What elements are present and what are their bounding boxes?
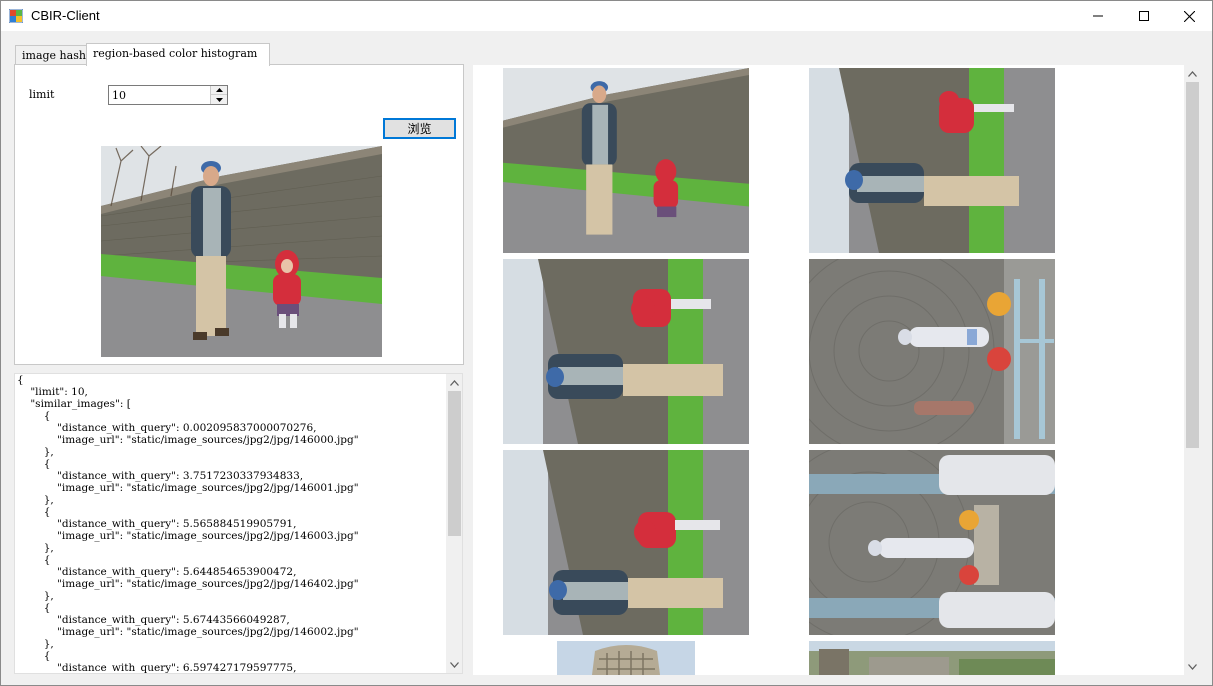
spinner-buttons [210,86,227,104]
query-image [101,146,382,357]
limit-input[interactable] [110,87,214,103]
chevron-down-icon [215,97,223,102]
result-thumbnail[interactable] [809,641,1055,675]
scroll-down-button[interactable] [446,656,462,673]
results-scrollbar[interactable] [1184,65,1201,675]
tab-region-histogram[interactable]: region-based color histogram [86,43,270,66]
limit-spinner[interactable] [108,85,228,105]
scroll-down-button[interactable] [1184,658,1201,675]
chevron-down-icon [1188,663,1197,670]
result-image [503,259,749,444]
json-scrollbar[interactable] [446,374,462,673]
result-thumbnail[interactable] [503,259,749,444]
maximize-icon [1139,11,1149,21]
response-json-text: { "limit": 10, "similar_images": [ { "di… [17,374,359,674]
limit-label: limit [29,88,55,101]
title-bar[interactable]: CBIR-Client [1,1,1212,31]
windows-form-icon [9,9,23,23]
scroll-up-button[interactable] [1184,65,1201,82]
result-thumbnail[interactable] [809,68,1055,253]
maximize-button[interactable] [1121,1,1167,31]
result-thumbnail[interactable] [503,450,749,635]
spin-down-button[interactable] [211,95,227,104]
tab-panel: limit 浏览 [14,64,464,365]
scroll-thumb[interactable] [448,391,461,536]
scroll-up-button[interactable] [446,374,462,391]
results-panel[interactable] [473,65,1201,675]
close-button[interactable] [1166,1,1212,31]
result-thumbnail[interactable] [503,68,749,253]
window-title: CBIR-Client [31,8,100,23]
result-thumbnail[interactable] [809,450,1055,635]
spin-up-button[interactable] [211,86,227,95]
result-image [503,450,749,635]
result-image [809,259,1055,444]
chevron-up-icon [1188,70,1197,77]
tab-image-hash[interactable]: image hash [15,45,87,65]
result-image [557,641,695,675]
browse-button[interactable]: 浏览 [383,118,456,139]
chevron-up-icon [215,88,223,92]
minimize-icon [1093,15,1103,17]
result-image [503,68,749,253]
close-icon [1183,10,1195,22]
app-window: CBIR-Client image hash region-based colo… [0,0,1213,686]
chevron-down-icon [450,661,459,668]
minimize-button[interactable] [1075,1,1121,31]
response-json-textbox[interactable]: { "limit": 10, "similar_images": [ { "di… [14,373,463,674]
chevron-up-icon [450,379,459,386]
result-image [809,68,1055,253]
result-image [809,450,1055,635]
result-thumbnail[interactable] [809,259,1055,444]
result-thumbnail[interactable] [557,641,695,675]
result-image [809,641,1055,675]
scroll-thumb[interactable] [1186,82,1199,448]
